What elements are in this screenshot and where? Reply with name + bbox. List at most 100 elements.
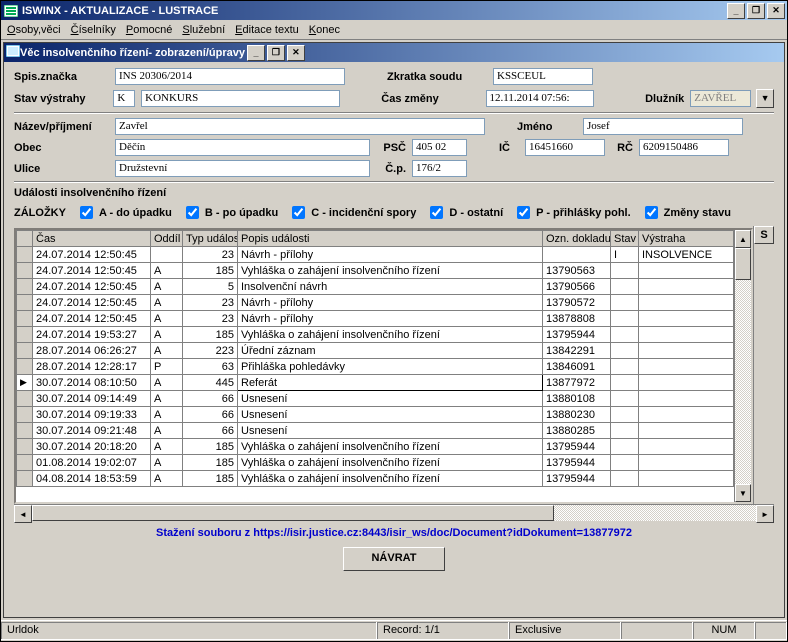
- table-row[interactable]: 04.08.2014 18:53:59A185Vyhláška o zaháje…: [17, 471, 734, 487]
- col-typ[interactable]: Typ událos: [183, 231, 238, 247]
- label-cp: Č.p.: [376, 163, 406, 175]
- table-row[interactable]: 24.07.2014 12:50:45A5Insolvenční návrh13…: [17, 279, 734, 295]
- field-cp[interactable]: 176/2: [412, 160, 467, 177]
- col-cas[interactable]: Čas: [33, 231, 151, 247]
- inner-title: Věc insolvenčního řízení- zobrazení/úpra…: [20, 47, 245, 59]
- check-p[interactable]: P - přihlášky pohl.: [513, 203, 631, 222]
- field-jmeno[interactable]: Josef: [583, 118, 743, 135]
- table-row[interactable]: 24.07.2014 12:50:45A23Návrh - přílohy137…: [17, 295, 734, 311]
- tabs-checks: ZÁLOŽKY A - do úpadku B - po úpadku C - …: [14, 203, 774, 222]
- field-cas[interactable]: 12.11.2014 07:56:: [486, 90, 594, 107]
- check-c[interactable]: C - incidenční spory: [288, 203, 416, 222]
- label-dluznik: Dlužník: [645, 93, 684, 105]
- s-button[interactable]: S: [754, 226, 774, 244]
- app-icon: [3, 4, 19, 18]
- field-zkratka[interactable]: KSSCEUL: [493, 68, 593, 85]
- status-num: NUM: [693, 622, 755, 640]
- titlebar[interactable]: ISWINX - AKTUALIZACE - LUSTRACE _ ❐ ✕: [1, 1, 787, 20]
- col-popis[interactable]: Popis události: [238, 231, 543, 247]
- inner-window: Věc insolvenčního řízení- zobrazení/úpra…: [3, 42, 785, 618]
- download-link[interactable]: Stažení souboru z https://isir.justice.c…: [14, 521, 774, 545]
- menubar: Osoby,věci Číselníky Pomocné Služební Ed…: [1, 20, 787, 40]
- table-row[interactable]: 24.07.2014 12:50:45A185Vyhláška o zaháje…: [17, 263, 734, 279]
- inner-titlebar[interactable]: Věc insolvenčního řízení- zobrazení/úpra…: [4, 43, 784, 62]
- table-row[interactable]: 30.07.2014 09:21:48A66Usnesení13880285: [17, 423, 734, 439]
- form-icon: [6, 45, 20, 60]
- menu-editace[interactable]: Editace textu: [235, 24, 299, 36]
- label-cas: Čas změny: [381, 93, 479, 105]
- table-row[interactable]: 28.07.2014 12:28:17P63Přihláška pohledáv…: [17, 359, 734, 375]
- field-stav-text[interactable]: KONKURS: [141, 90, 340, 107]
- main-window: ISWINX - AKTUALIZACE - LUSTRACE _ ❐ ✕ Os…: [0, 0, 788, 642]
- label-ulice: Ulice: [14, 163, 109, 175]
- table-row[interactable]: 24.07.2014 12:50:4523Návrh - přílohyIINS…: [17, 247, 734, 263]
- table-row[interactable]: 30.07.2014 20:18:20A185Vyhláška o zaháje…: [17, 439, 734, 455]
- navrat-button[interactable]: NÁVRAT: [343, 547, 445, 571]
- field-obec[interactable]: Děčín: [115, 139, 370, 156]
- check-a[interactable]: A - do úpadku: [76, 203, 172, 222]
- scroll-up-button[interactable]: ▲: [735, 230, 751, 248]
- field-dluznik[interactable]: ZAVŘEL: [690, 90, 751, 107]
- label-nazev: Název/příjmení: [14, 121, 109, 133]
- field-ic[interactable]: 16451660: [525, 139, 605, 156]
- field-ulice[interactable]: Družstevní: [115, 160, 370, 177]
- inner-restore-button[interactable]: ❐: [267, 45, 285, 61]
- menu-sluzebni[interactable]: Služební: [182, 24, 225, 36]
- field-spis[interactable]: INS 20306/2014: [115, 68, 345, 85]
- label-udalosti: Události insolvenčního řízení: [14, 187, 166, 199]
- table-row[interactable]: 24.07.2014 19:53:27A185Vyhláška o zaháje…: [17, 327, 734, 343]
- col-oddil[interactable]: Oddíl: [151, 231, 183, 247]
- minimize-button[interactable]: _: [727, 3, 745, 19]
- table-row[interactable]: 01.08.2014 19:02:07A185Vyhláška o zaháje…: [17, 455, 734, 471]
- table-row[interactable]: 30.07.2014 09:14:49A66Usnesení13880108: [17, 391, 734, 407]
- field-psc[interactable]: 405 02: [412, 139, 467, 156]
- menu-osoby[interactable]: Osoby,věci: [7, 24, 61, 36]
- scroll-track[interactable]: [735, 248, 751, 484]
- col-ozn[interactable]: Ozn. dokladu: [543, 231, 611, 247]
- label-ic: IČ: [499, 142, 519, 154]
- table-row[interactable]: 24.07.2014 12:50:45A23Návrh - přílohy138…: [17, 311, 734, 327]
- inner-close-button[interactable]: ✕: [287, 45, 305, 61]
- events-grid[interactable]: Čas Oddíl Typ událos Popis události Ozn.…: [14, 228, 753, 504]
- field-stav-k[interactable]: K: [113, 90, 135, 107]
- hscroll-track[interactable]: [32, 505, 756, 521]
- check-d[interactable]: D - ostatní: [426, 203, 503, 222]
- table-row[interactable]: 28.07.2014 06:26:27A223Úřední záznam1384…: [17, 343, 734, 359]
- field-nazev[interactable]: Zavřel: [115, 118, 485, 135]
- restore-button[interactable]: ❐: [747, 3, 765, 19]
- grid-hscroll[interactable]: ◄ ►: [14, 504, 774, 521]
- status-record: Record: 1/1: [377, 622, 509, 640]
- label-stav: Stav výstrahy: [14, 93, 107, 105]
- menu-ciselniky[interactable]: Číselníky: [71, 24, 116, 36]
- statusbar: Urldok Record: 1/1 Exclusive NUM: [1, 620, 787, 641]
- label-jmeno: Jméno: [517, 121, 577, 133]
- col-vystraha[interactable]: Výstraha: [639, 231, 734, 247]
- table-row[interactable]: 30.07.2014 09:19:33A66Usnesení13880230: [17, 407, 734, 423]
- inner-minimize-button[interactable]: _: [247, 45, 265, 61]
- check-b[interactable]: B - po úpadku: [182, 203, 278, 222]
- dluznik-dropdown-button[interactable]: ▼: [756, 89, 774, 108]
- side-button-col: S: [753, 226, 774, 504]
- label-spis: Spis.značka: [14, 71, 109, 83]
- grid-header[interactable]: Čas Oddíl Typ událos Popis události Ozn.…: [17, 231, 734, 247]
- scroll-down-button[interactable]: ▼: [735, 484, 751, 502]
- field-rc[interactable]: 6209150486: [639, 139, 729, 156]
- close-button[interactable]: ✕: [767, 3, 785, 19]
- col-stav[interactable]: Stav: [611, 231, 639, 247]
- grid-vscroll[interactable]: ▲ ▼: [734, 230, 751, 502]
- hscroll-thumb[interactable]: [32, 505, 554, 521]
- label-obec: Obec: [14, 142, 109, 154]
- check-z[interactable]: Změny stavu: [641, 203, 731, 222]
- menu-konec[interactable]: Konec: [309, 24, 340, 36]
- scroll-thumb[interactable]: [735, 248, 751, 280]
- scroll-left-button[interactable]: ◄: [14, 505, 32, 523]
- label-rc: RČ: [611, 142, 633, 154]
- menu-pomocne[interactable]: Pomocné: [126, 24, 172, 36]
- label-zkratka: Zkratka soudu: [387, 71, 487, 83]
- label-psc: PSČ: [376, 142, 406, 154]
- window-title: ISWINX - AKTUALIZACE - LUSTRACE: [22, 5, 218, 17]
- status-urldok: Urldok: [1, 622, 377, 640]
- table-row[interactable]: ▶30.07.2014 08:10:50A445Referát13877972: [17, 375, 734, 391]
- label-zalozky: ZÁLOŽKY: [14, 207, 66, 219]
- scroll-right-button[interactable]: ►: [756, 505, 774, 523]
